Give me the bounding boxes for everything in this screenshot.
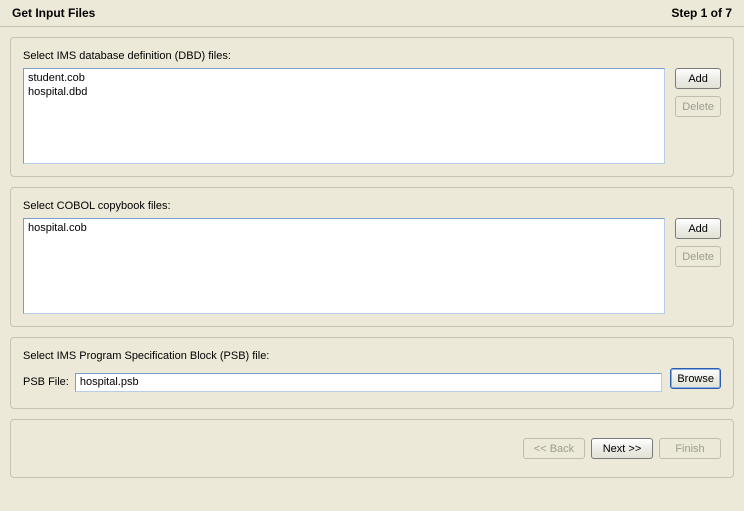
finish-button: Finish xyxy=(659,438,721,459)
dbd-listbox[interactable]: student.cob hospital.dbd xyxy=(23,68,665,164)
back-button: << Back xyxy=(523,438,585,459)
cobol-listbox[interactable]: hospital.cob xyxy=(23,218,665,314)
page-title: Get Input Files xyxy=(12,6,95,20)
psb-field-label: PSB File: xyxy=(23,376,69,388)
psb-section-label: Select IMS Program Specification Block (… xyxy=(23,350,721,362)
next-button[interactable]: Next >> xyxy=(591,438,653,459)
wizard-footer: << Back Next >> Finish xyxy=(10,419,734,478)
cobol-add-button[interactable]: Add xyxy=(675,218,721,239)
dbd-panel: Select IMS database definition (DBD) fil… xyxy=(10,37,734,177)
cobol-panel: Select COBOL copybook files: hospital.co… xyxy=(10,187,734,327)
dbd-label: Select IMS database definition (DBD) fil… xyxy=(23,50,721,62)
dbd-delete-button: Delete xyxy=(675,96,721,117)
dbd-add-button[interactable]: Add xyxy=(675,68,721,89)
psb-panel: Select IMS Program Specification Block (… xyxy=(10,337,734,409)
step-indicator: Step 1 of 7 xyxy=(671,6,732,20)
psb-file-input[interactable] xyxy=(75,373,662,392)
wizard-header: Get Input Files Step 1 of 7 xyxy=(0,0,744,27)
cobol-delete-button: Delete xyxy=(675,246,721,267)
cobol-label: Select COBOL copybook files: xyxy=(23,200,721,212)
browse-button[interactable]: Browse xyxy=(670,368,721,389)
